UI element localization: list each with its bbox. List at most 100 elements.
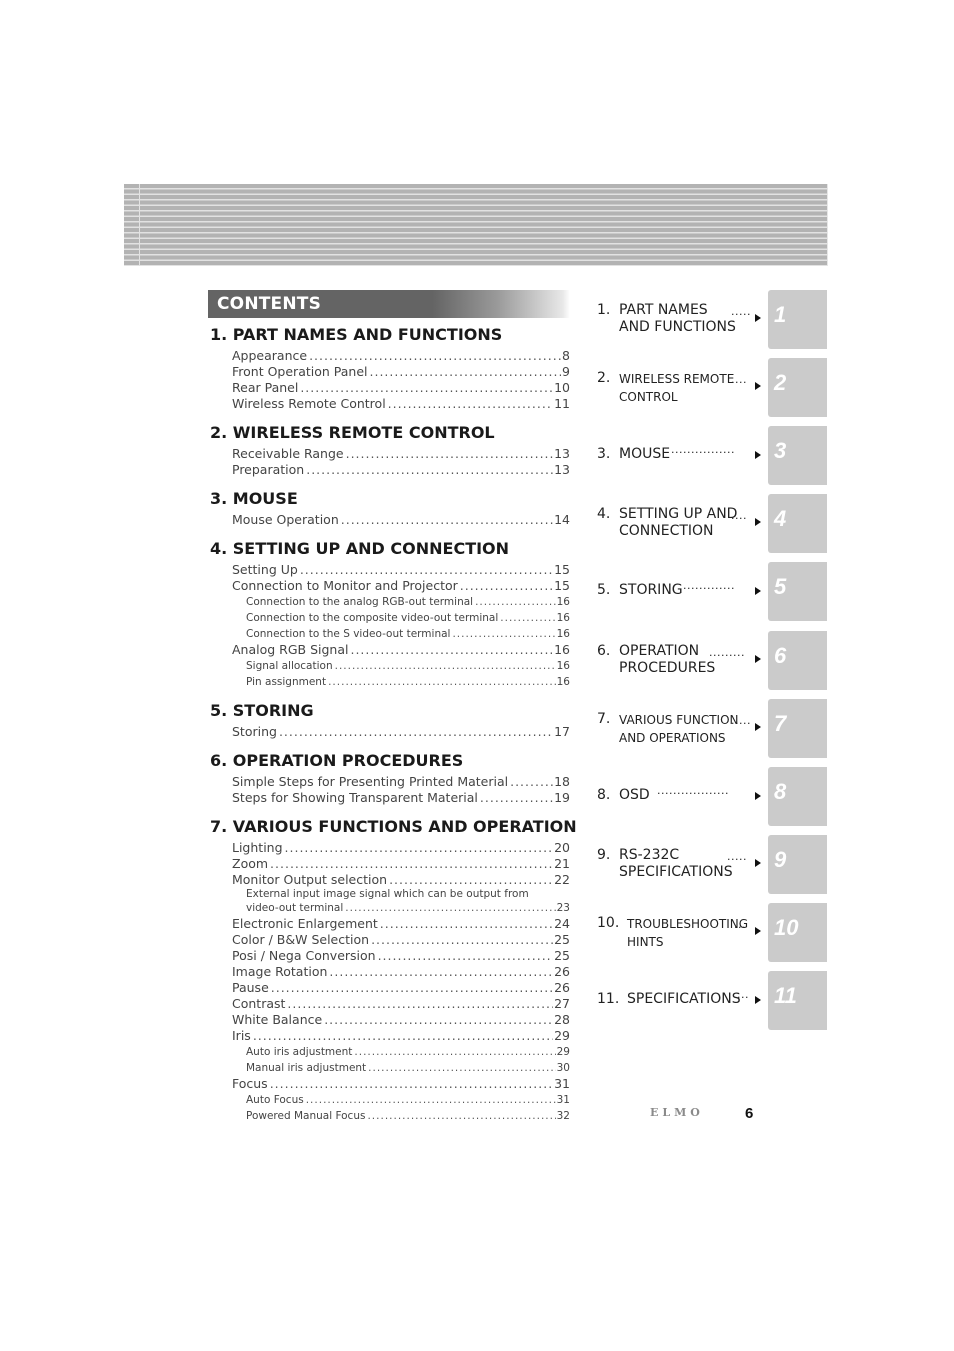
entry-page: 24 bbox=[554, 916, 570, 931]
section-title[interactable]: 1. PART NAMES AND FUNCTIONS bbox=[210, 324, 570, 346]
toc-subentry[interactable]: Auto Focus 31 bbox=[246, 1092, 570, 1108]
toc-subentry[interactable]: Connection to the analog RGB-out termina… bbox=[246, 594, 570, 610]
arrow-right-icon bbox=[755, 587, 761, 596]
entry-label: Connection to Monitor and Projector bbox=[232, 578, 458, 593]
toc-entry[interactable]: Analog RGB Signal 16 bbox=[232, 642, 570, 658]
dot-leader bbox=[335, 658, 556, 674]
dot-leader: ················ bbox=[671, 446, 735, 460]
chapter-tab[interactable]: 10 bbox=[768, 902, 827, 962]
toc-entry[interactable]: Preparation 13 bbox=[232, 462, 570, 478]
chapter-number: 5. bbox=[597, 582, 611, 599]
toc-subentry[interactable]: Manual iris adjustment 30 bbox=[246, 1060, 570, 1076]
entry-label: Appearance bbox=[232, 348, 308, 363]
chapter-tab-number: 3 bbox=[774, 438, 787, 464]
chapter-number: 7. bbox=[597, 710, 611, 727]
toc-subentry[interactable]: Pin assignment 16 bbox=[246, 674, 570, 690]
chapter-tab[interactable]: 7 bbox=[768, 698, 827, 758]
toc-entry[interactable]: White Balance 28 bbox=[232, 1012, 570, 1028]
toc-entry[interactable]: Electronic Enlargement 24 bbox=[232, 916, 570, 932]
entry-page: 19 bbox=[554, 790, 570, 805]
toc-entry[interactable]: Mouse Operation 14 bbox=[232, 512, 570, 528]
toc-entry[interactable]: Lighting 20 bbox=[232, 840, 570, 856]
toc-subentry[interactable]: Signal allocation 16 bbox=[246, 658, 570, 674]
chapter-title: RS-232C SPECIFICATIONS bbox=[619, 847, 733, 881]
dot-leader bbox=[368, 1060, 555, 1076]
chapter-tab[interactable]: 1 bbox=[768, 290, 827, 349]
entry-label: Connection to the analog RGB-out termina… bbox=[246, 596, 474, 608]
entry-label: Auto iris adjustment bbox=[246, 1046, 353, 1058]
toc-subentry[interactable]: Powered Manual Focus 32 bbox=[246, 1108, 570, 1124]
section-title[interactable]: 7. VARIOUS FUNCTIONS AND OPERATION bbox=[210, 816, 577, 838]
arrow-right-icon bbox=[755, 926, 761, 935]
chapter-title-line1: RS-232C bbox=[619, 846, 680, 863]
section-title[interactable]: 5. STORING bbox=[210, 700, 570, 722]
entry-page: 9 bbox=[562, 364, 570, 379]
entry-label: Steps for Showing Transparent Material bbox=[232, 790, 478, 805]
entry-page: 30 bbox=[556, 1062, 570, 1074]
entry-label: Pin assignment bbox=[246, 676, 327, 688]
chapter-tab[interactable]: 11 bbox=[768, 971, 827, 1030]
toc-subentry[interactable]: Auto iris adjustment 29 bbox=[246, 1044, 570, 1060]
toc-entry[interactable]: Steps for Showing Transparent Material 19 bbox=[232, 790, 570, 806]
toc-entry[interactable]: Receivable Range 13 bbox=[232, 446, 570, 462]
toc-entry[interactable]: Image Rotation 26 bbox=[232, 964, 570, 980]
toc-entry[interactable]: Front Operation Panel 9 bbox=[232, 364, 570, 380]
chapter-title-line1: SPECIFICATIONS bbox=[627, 991, 741, 1007]
toc-entry[interactable]: Appearance 8 bbox=[232, 348, 570, 364]
chapter-title: VARIOUS FUNCTION AND OPERATIONS bbox=[619, 711, 739, 747]
entry-page: 27 bbox=[554, 996, 570, 1011]
toc-entry[interactable]: Wireless Remote Control 11 bbox=[232, 396, 570, 412]
toc-subentry[interactable]: Connection to the composite video-out te… bbox=[246, 610, 570, 626]
dot-leader: ········· bbox=[709, 648, 745, 662]
dot-leader bbox=[380, 916, 553, 932]
header-stripe-band bbox=[124, 184, 828, 266]
dot-leader bbox=[253, 1028, 553, 1044]
chapter-number: 3. bbox=[597, 446, 611, 463]
dot-leader bbox=[350, 642, 553, 658]
entry-label: Focus bbox=[232, 1076, 268, 1091]
chapter-tab[interactable]: 4 bbox=[768, 494, 827, 554]
chapter-tab[interactable]: 2 bbox=[768, 358, 827, 418]
toc-entry[interactable]: Posi / Nega Conversion 25 bbox=[232, 948, 570, 964]
chapter-tab-number: 4 bbox=[774, 506, 787, 532]
chapter-tab[interactable]: 6 bbox=[768, 630, 827, 690]
chapter-tab[interactable]: 9 bbox=[768, 834, 827, 894]
toc-entry[interactable]: Simple Steps for Presenting Printed Mate… bbox=[232, 774, 570, 790]
toc-entry[interactable]: Connection to Monitor and Projector 15 bbox=[232, 578, 570, 594]
chapter-number: 4. bbox=[597, 506, 611, 523]
toc-subentry[interactable]: Connection to the S video-out terminal 16 bbox=[246, 626, 570, 642]
toc-entry[interactable]: Color / B&W Selection 25 bbox=[232, 932, 570, 948]
arrow-right-icon bbox=[755, 518, 761, 527]
toc-section: 5. STORING Storing 17 bbox=[210, 700, 570, 748]
dot-leader bbox=[341, 512, 553, 528]
entry-label: Signal allocation bbox=[246, 660, 333, 672]
toc-entry[interactable]: Contrast 27 bbox=[232, 996, 570, 1012]
toc-entry[interactable]: Monitor Output selection 22 bbox=[232, 872, 570, 888]
toc-entry[interactable]: Storing 17 bbox=[232, 724, 570, 740]
dot-leader bbox=[300, 562, 553, 578]
toc-entry[interactable]: Zoom 21 bbox=[232, 856, 570, 872]
toc-entry[interactable]: Rear Panel 10 bbox=[232, 380, 570, 396]
chapter-number: 6. bbox=[597, 642, 611, 659]
toc-entry[interactable]: Focus 31 bbox=[232, 1076, 570, 1092]
section-title[interactable]: 6. OPERATION PROCEDURES bbox=[210, 750, 570, 772]
chapter-title-line1: OPERATION bbox=[619, 642, 700, 659]
toc-section: 7. VARIOUS FUNCTIONS AND OPERATION Lighti… bbox=[210, 816, 577, 1132]
arrow-right-icon bbox=[755, 314, 761, 322]
toc-subentry[interactable]: External input image signal which can be… bbox=[246, 888, 570, 916]
section-title[interactable]: 4. SETTING UP AND CONNECTION bbox=[210, 538, 570, 560]
chapter-tab[interactable]: 8 bbox=[768, 766, 827, 826]
dot-leader bbox=[346, 446, 553, 462]
toc-entry[interactable]: Pause 26 bbox=[232, 980, 570, 996]
entry-page: 20 bbox=[554, 840, 570, 855]
toc-entry[interactable]: Setting Up 15 bbox=[232, 562, 570, 578]
toc-entry[interactable]: Iris 29 bbox=[232, 1028, 570, 1044]
section-title[interactable]: 2. WIRELESS REMOTE CONTROL bbox=[210, 422, 570, 444]
chapter-tab[interactable]: 3 bbox=[768, 426, 827, 486]
section-title[interactable]: 3. MOUSE bbox=[210, 488, 570, 510]
chapter-tab[interactable]: 5 bbox=[768, 562, 827, 622]
